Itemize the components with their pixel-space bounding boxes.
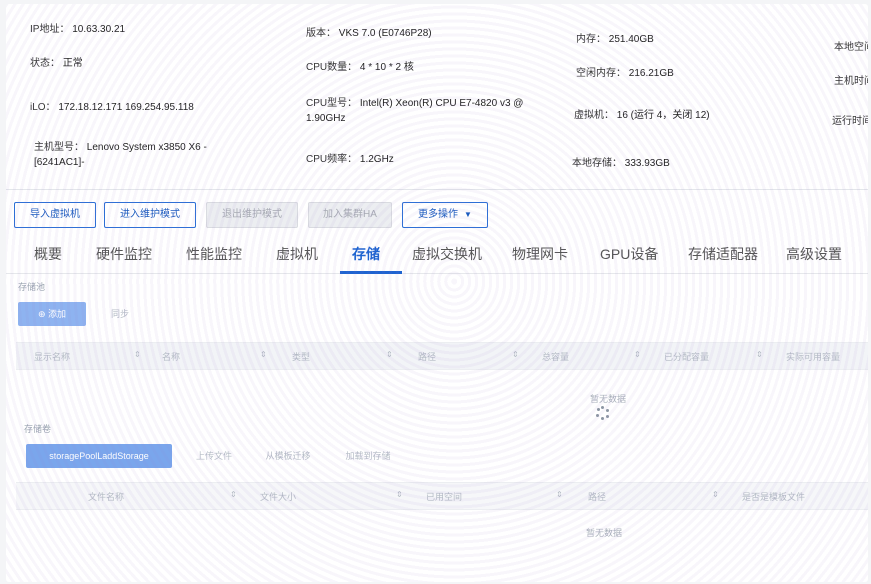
memory-value: 251.40GB bbox=[608, 34, 654, 45]
enter-maintenance-button[interactable]: 进入维护模式 bbox=[104, 202, 196, 228]
ilo-label: iLO： bbox=[30, 102, 56, 113]
cpu-freq-label: CPU频率： bbox=[306, 154, 358, 165]
cpu-model: CPU型号： Intel(R) Xeon(R) CPU E7-4820 v3 @… bbox=[306, 96, 551, 126]
sort-icon[interactable]: ⇕ bbox=[396, 490, 403, 499]
status-label: 状态： bbox=[30, 58, 60, 69]
import-vm-button[interactable]: 导入虚拟机 bbox=[14, 202, 96, 228]
storage-pool-add-storage-button[interactable]: storagePoolLaddStorage bbox=[26, 444, 172, 468]
storage-volume-table-header: 文件名称 ⇕ 文件大小 ⇕ 已用空间 ⇕ 路径 ⇕ 是否是模板文件 bbox=[16, 482, 868, 510]
col-path[interactable]: 路径 bbox=[418, 350, 436, 363]
host-model-label: 主机型号： bbox=[34, 142, 84, 153]
storage-volume-title: 存储卷 bbox=[24, 424, 52, 434]
tab-overview[interactable]: 概要 bbox=[34, 244, 62, 264]
memory-label: 内存： bbox=[576, 34, 606, 45]
tab-storage[interactable]: 存储 bbox=[352, 244, 380, 264]
volume-empty-text: 暂无数据 bbox=[586, 528, 623, 538]
add-pool-label: 添加 bbox=[48, 309, 67, 319]
host-time-label: 主机时间 bbox=[834, 76, 868, 87]
free-memory-value: 216.21GB bbox=[628, 68, 674, 79]
vms-label: 虚拟机： bbox=[574, 110, 614, 121]
col-total-capacity[interactable]: 总容量 bbox=[542, 350, 569, 363]
col-available-capacity[interactable]: 实际可用容量 bbox=[786, 350, 840, 363]
more-actions-label: 更多操作 bbox=[418, 209, 459, 220]
add-pool-button[interactable]: ⊕ 添加 bbox=[18, 302, 86, 326]
ip-label: IP地址： bbox=[30, 24, 70, 35]
host-info-section: IP地址： 10.63.30.21 状态： 正常 iLO： 172.18.12.… bbox=[6, 4, 868, 190]
col-file-name[interactable]: 文件名称 bbox=[88, 490, 124, 503]
active-tab-indicator bbox=[340, 271, 402, 274]
migrate-from-template-button[interactable]: 从模板迁移 bbox=[256, 444, 320, 468]
tab-virtual-switch[interactable]: 虚拟交换机 bbox=[412, 244, 482, 264]
status: 状态： 正常 bbox=[30, 56, 83, 71]
ip-address: IP地址： 10.63.30.21 bbox=[30, 22, 125, 37]
sort-icon[interactable]: ⇕ bbox=[556, 490, 563, 499]
col-allocated-capacity[interactable]: 已分配容量 bbox=[664, 350, 709, 363]
tab-bar: 概要 硬件监控 性能监控 虚拟机 存储 虚拟交换机 物理网卡 GPU设备 存储适… bbox=[6, 240, 868, 274]
upload-file-button[interactable]: 上传文件 bbox=[186, 444, 242, 468]
tab-storage-adapters[interactable]: 存储适配器 bbox=[688, 244, 758, 264]
local-storage-label: 本地存储： bbox=[572, 158, 622, 169]
tab-physical-nic[interactable]: 物理网卡 bbox=[512, 244, 568, 264]
exit-maintenance-button[interactable]: 退出维护模式 bbox=[206, 202, 298, 228]
sort-icon[interactable]: ⇕ bbox=[512, 350, 519, 359]
tab-hardware-monitor[interactable]: 硬件监控 bbox=[96, 244, 152, 264]
vms-value: 16 (运行 4，关闭 12) bbox=[616, 110, 710, 121]
col-is-template[interactable]: 是否是模板文件 bbox=[742, 490, 805, 503]
free-memory-label: 空闲内存： bbox=[576, 68, 626, 79]
storage-pool-title: 存储池 bbox=[18, 282, 46, 292]
sort-icon[interactable]: ⇕ bbox=[712, 490, 719, 499]
host-model: 主机型号： Lenovo System x3850 X6 -[6241AC1]- bbox=[34, 140, 244, 170]
tab-performance-monitor[interactable]: 性能监控 bbox=[186, 244, 242, 264]
local-storage: 本地存储： 333.93GB bbox=[572, 156, 670, 171]
memory: 内存： 251.40GB bbox=[576, 32, 654, 47]
more-actions-button[interactable]: 更多操作 ▼ bbox=[402, 202, 488, 228]
sort-icon[interactable]: ⇕ bbox=[386, 350, 393, 359]
status-value: 正常 bbox=[62, 58, 83, 69]
ip-value: 10.63.30.21 bbox=[72, 24, 126, 35]
caret-down-icon: ▼ bbox=[464, 210, 472, 219]
col-type[interactable]: 类型 bbox=[292, 350, 310, 363]
tab-gpu-devices[interactable]: GPU设备 bbox=[600, 244, 658, 264]
load-to-storage-button[interactable]: 加载到存储 bbox=[336, 444, 400, 468]
version-label: 版本： bbox=[306, 28, 336, 39]
cpu-model-label: CPU型号： bbox=[306, 98, 358, 109]
host-detail-panel: IP地址： 10.63.30.21 状态： 正常 iLO： 172.18.12.… bbox=[6, 4, 868, 582]
cpu-count-label: CPU数量： bbox=[306, 62, 358, 73]
loading-spinner-icon bbox=[596, 406, 610, 420]
plus-circle-icon: ⊕ bbox=[37, 309, 46, 319]
cpu-count: CPU数量： 4 * 10 * 2 核 bbox=[306, 60, 414, 75]
ilo-value: 172.18.12.171 169.254.95.118 bbox=[58, 102, 194, 113]
ilo: iLO： 172.18.12.171 169.254.95.118 bbox=[30, 100, 194, 115]
run-time-label: 运行时间 bbox=[832, 116, 868, 127]
virtual-machines: 虚拟机： 16 (运行 4，关闭 12) bbox=[574, 108, 710, 123]
cpu-freq-value: 1.2GHz bbox=[359, 154, 394, 165]
pool-empty-text: 暂无数据 bbox=[590, 394, 627, 404]
col-display-name[interactable]: 显示名称 bbox=[34, 350, 70, 363]
tab-virtual-machines[interactable]: 虚拟机 bbox=[276, 244, 318, 264]
local-storage-value: 333.93GB bbox=[624, 158, 670, 169]
cpu-frequency: CPU频率： 1.2GHz bbox=[306, 152, 394, 167]
col-volume-path[interactable]: 路径 bbox=[588, 490, 606, 503]
sync-button[interactable]: 同步 bbox=[96, 302, 144, 326]
free-memory: 空闲内存： 216.21GB bbox=[576, 66, 674, 81]
version-value: VKS 7.0 (E0746P28) bbox=[338, 28, 432, 39]
col-used-space[interactable]: 已用空间 bbox=[426, 490, 462, 503]
cpu-count-value: 4 * 10 * 2 核 bbox=[359, 62, 414, 73]
sort-icon[interactable]: ⇕ bbox=[260, 350, 267, 359]
sort-icon[interactable]: ⇕ bbox=[634, 350, 641, 359]
sort-icon[interactable]: ⇕ bbox=[230, 490, 237, 499]
tab-advanced-settings[interactable]: 高级设置 bbox=[786, 244, 842, 264]
sort-icon[interactable]: ⇕ bbox=[134, 350, 141, 359]
local-space-label: 本地空间 bbox=[834, 42, 868, 53]
col-name[interactable]: 名称 bbox=[162, 350, 180, 363]
storage-pool-table-header: 显示名称 ⇕ 名称 ⇕ 类型 ⇕ 路径 ⇕ 总容量 ⇕ 已分配容量 ⇕ 实际可用… bbox=[16, 342, 868, 370]
join-ha-button[interactable]: 加入集群HA bbox=[308, 202, 392, 228]
sort-icon[interactable]: ⇕ bbox=[756, 350, 763, 359]
version: 版本： VKS 7.0 (E0746P28) bbox=[306, 26, 432, 41]
col-file-size[interactable]: 文件大小 bbox=[260, 490, 296, 503]
